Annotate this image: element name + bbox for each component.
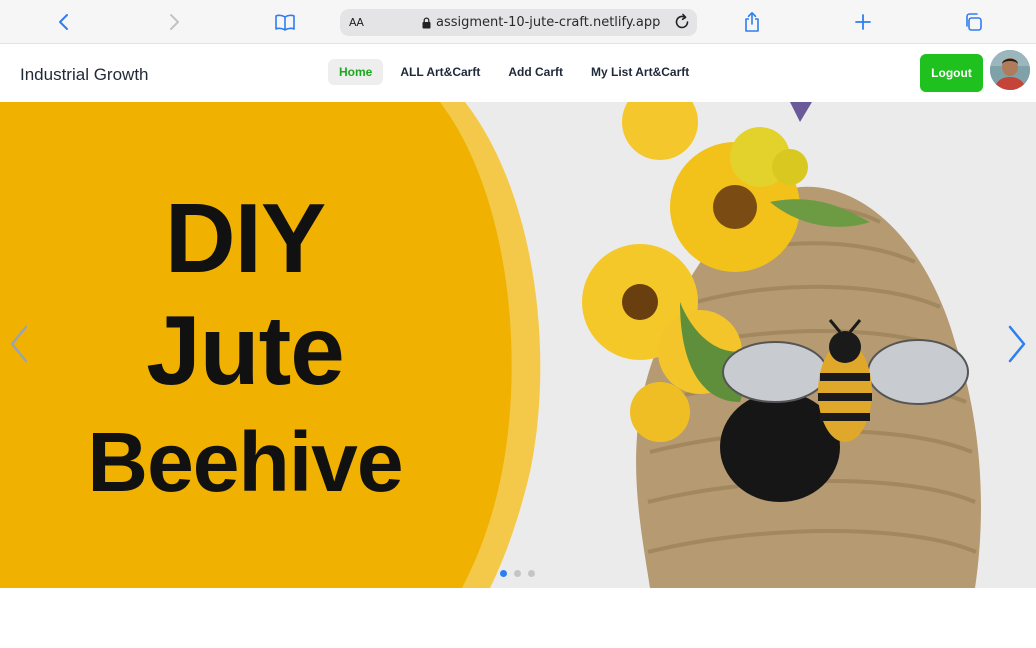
nav-link-home[interactable]: Home xyxy=(328,59,384,85)
url-display[interactable]: assigment-10-jute-craft.netlify.app xyxy=(422,15,660,30)
carousel-dot-1[interactable] xyxy=(500,570,507,577)
carousel-next-arrow[interactable] xyxy=(1002,322,1032,366)
back-icon[interactable] xyxy=(52,10,76,34)
slide-title: DIY Jute Beehive xyxy=(0,182,490,518)
nav-link-my-list[interactable]: My List Art&Carft xyxy=(580,59,700,85)
hero-carousel: DIY Jute Beehive xyxy=(0,102,1036,588)
carousel-pagination xyxy=(500,570,535,577)
logout-button[interactable]: Logout xyxy=(920,54,983,92)
slide-title-line-2: Jute xyxy=(146,295,345,405)
carousel-dot-3[interactable] xyxy=(528,570,535,577)
browser-toolbar: AA assigment-10-jute-craft.netlify.app xyxy=(0,0,1036,44)
site-brand[interactable]: Industrial Growth xyxy=(20,65,149,85)
forward-icon[interactable] xyxy=(162,10,186,34)
slide-title-line-3: Beehive xyxy=(87,415,403,509)
share-icon[interactable] xyxy=(740,10,764,34)
carousel-prev-arrow[interactable] xyxy=(4,322,34,366)
bookmarks-icon[interactable] xyxy=(273,10,297,34)
reload-icon[interactable] xyxy=(673,13,691,31)
url-text: assigment-10-jute-craft.netlify.app xyxy=(436,15,661,30)
new-tab-icon[interactable] xyxy=(851,10,875,34)
nav-link-add-craft[interactable]: Add Carft xyxy=(497,59,574,85)
lock-icon xyxy=(422,16,431,28)
tabs-icon[interactable] xyxy=(961,10,985,34)
address-bar[interactable]: AA assigment-10-jute-craft.netlify.app xyxy=(340,9,697,36)
carousel-dot-2[interactable] xyxy=(514,570,521,577)
nav-link-all-art-craft[interactable]: ALL Art&Carft xyxy=(389,59,491,85)
user-avatar[interactable] xyxy=(990,50,1030,90)
text-size-button[interactable]: AA xyxy=(349,16,364,29)
slide-title-line-1: DIY xyxy=(164,183,326,293)
nav-links: Home ALL Art&Carft Add Carft My List Art… xyxy=(328,58,706,86)
site-navbar: Industrial Growth Home ALL Art&Carft Add… xyxy=(0,44,1036,102)
